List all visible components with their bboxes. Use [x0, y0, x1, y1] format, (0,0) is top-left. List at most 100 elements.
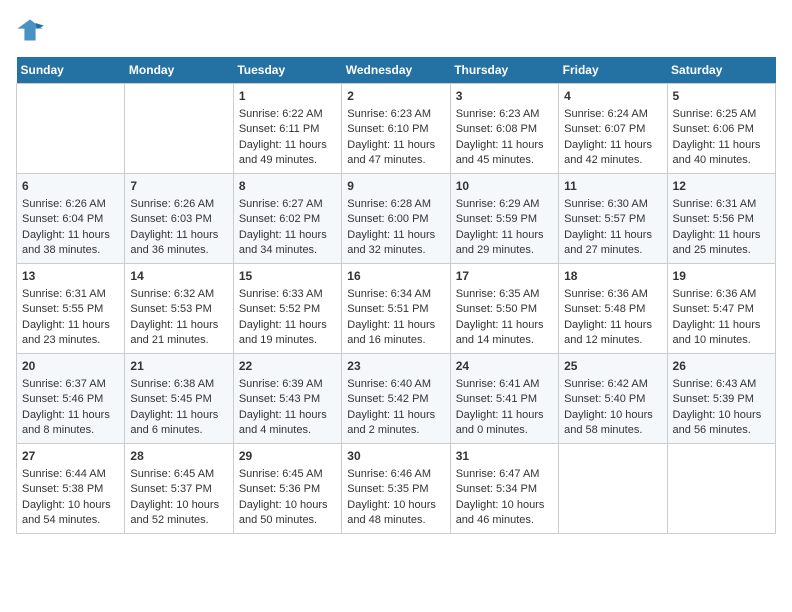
day-info: Daylight: 11 hours and 25 minutes. — [673, 228, 770, 259]
day-info: Daylight: 11 hours and 12 minutes. — [564, 318, 661, 349]
day-info: Sunset: 5:55 PM — [22, 302, 119, 317]
day-info: Sunset: 6:04 PM — [22, 212, 119, 227]
day-info: Daylight: 11 hours and 47 minutes. — [347, 138, 444, 169]
day-number: 24 — [456, 358, 553, 375]
day-cell: 6 Sunrise: 6:26 AMSunset: 6:04 PMDaylight… — [17, 174, 125, 264]
day-info: Sunset: 5:35 PM — [347, 482, 444, 497]
day-info: Sunrise: 6:31 AM — [673, 197, 770, 212]
day-info: Daylight: 11 hours and 27 minutes. — [564, 228, 661, 259]
day-number: 8 — [239, 178, 336, 195]
day-info: Daylight: 11 hours and 36 minutes. — [130, 228, 227, 259]
day-cell — [667, 444, 775, 534]
day-info: Daylight: 11 hours and 38 minutes. — [22, 228, 119, 259]
day-info: Daylight: 10 hours and 56 minutes. — [673, 408, 770, 439]
day-info: Daylight: 10 hours and 46 minutes. — [456, 498, 553, 529]
day-number: 19 — [673, 268, 770, 285]
day-info: Sunset: 6:00 PM — [347, 212, 444, 227]
day-info: Sunrise: 6:42 AM — [564, 377, 661, 392]
day-number: 12 — [673, 178, 770, 195]
day-info: Sunrise: 6:32 AM — [130, 287, 227, 302]
week-row-1: 1 Sunrise: 6:22 AMSunset: 6:11 PM Daylight… — [17, 84, 776, 174]
column-header-thursday: Thursday — [450, 57, 558, 84]
day-number: 2 — [347, 88, 444, 105]
day-info: Sunrise: 6:34 AM — [347, 287, 444, 302]
day-cell: 29Sunrise: 6:45 AMSunset: 5:36 PMDayligh… — [233, 444, 341, 534]
day-info: Daylight: 11 hours and 45 minutes. — [456, 138, 553, 169]
day-info: Sunrise: 6:22 AM — [239, 107, 336, 122]
day-info: Daylight: 11 hours and 40 minutes. — [673, 138, 770, 169]
day-number: 17 — [456, 268, 553, 285]
day-info: Sunrise: 6:43 AM — [673, 377, 770, 392]
day-cell: 3Sunrise: 6:23 AMSunset: 6:08 PMDaylight… — [450, 84, 558, 174]
day-cell: 22Sunrise: 6:39 AMSunset: 5:43 PMDayligh… — [233, 354, 341, 444]
day-info: Sunset: 5:41 PM — [456, 392, 553, 407]
day-cell: 7Sunrise: 6:26 AMSunset: 6:03 PMDaylight… — [125, 174, 233, 264]
day-info: Sunset: 5:57 PM — [564, 212, 661, 227]
day-info: Sunset: 5:46 PM — [22, 392, 119, 407]
day-number: 22 — [239, 358, 336, 375]
day-cell: 26Sunrise: 6:43 AMSunset: 5:39 PMDayligh… — [667, 354, 775, 444]
day-info: Daylight: 11 hours and 2 minutes. — [347, 408, 444, 439]
day-info: Sunset: 5:59 PM — [456, 212, 553, 227]
day-number: 6 — [22, 178, 119, 195]
day-info: Daylight: 11 hours and 4 minutes. — [239, 408, 336, 439]
day-number: 9 — [347, 178, 444, 195]
day-cell: 17Sunrise: 6:35 AMSunset: 5:50 PMDayligh… — [450, 264, 558, 354]
day-cell: 13Sunrise: 6:31 AMSunset: 5:55 PMDayligh… — [17, 264, 125, 354]
day-info: Daylight: 11 hours and 23 minutes. — [22, 318, 119, 349]
day-info: Sunset: 6:07 PM — [564, 122, 661, 137]
day-info: Daylight: 11 hours and 32 minutes. — [347, 228, 444, 259]
day-info: Daylight: 10 hours and 48 minutes. — [347, 498, 444, 529]
day-number: 14 — [130, 268, 227, 285]
day-info: Daylight: 11 hours and 0 minutes. — [456, 408, 553, 439]
column-header-tuesday: Tuesday — [233, 57, 341, 84]
day-number: 10 — [456, 178, 553, 195]
day-info: Sunset: 6:11 PM — [239, 122, 336, 137]
day-info: Sunrise: 6:23 AM — [456, 107, 553, 122]
column-header-monday: Monday — [125, 57, 233, 84]
day-number: 13 — [22, 268, 119, 285]
day-number: 3 — [456, 88, 553, 105]
logo — [16, 16, 48, 49]
day-cell: 1Sunrise: 6:22 AMSunset: 6:11 PMDaylight… — [233, 84, 341, 174]
day-info: Sunrise: 6:27 AM — [239, 197, 336, 212]
day-number: 29 — [239, 448, 336, 465]
day-info: Sunrise: 6:44 AM — [22, 467, 119, 482]
day-info: Sunset: 5:38 PM — [22, 482, 119, 497]
day-info: Daylight: 11 hours and 21 minutes. — [130, 318, 227, 349]
day-number: 20 — [22, 358, 119, 375]
day-info: Sunset: 5:45 PM — [130, 392, 227, 407]
day-info: Sunrise: 6:25 AM — [673, 107, 770, 122]
day-info: Sunset: 5:34 PM — [456, 482, 553, 497]
day-info: Daylight: 11 hours and 14 minutes. — [456, 318, 553, 349]
day-number: 21 — [130, 358, 227, 375]
week-row-3: 13Sunrise: 6:31 AMSunset: 5:55 PMDayligh… — [17, 264, 776, 354]
day-number: 16 — [347, 268, 444, 285]
day-info: Sunrise: 6:47 AM — [456, 467, 553, 482]
day-number: 27 — [22, 448, 119, 465]
day-cell — [125, 84, 233, 174]
day-cell: 25Sunrise: 6:42 AMSunset: 5:40 PMDayligh… — [559, 354, 667, 444]
week-row-5: 27 Sunrise: 6:44 AMSunset: 5:38 PM Dayligh… — [17, 444, 776, 534]
day-info: Sunset: 5:56 PM — [673, 212, 770, 227]
day-cell: 16Sunrise: 6:34 AMSunset: 5:51 PMDayligh… — [342, 264, 450, 354]
day-info: Sunset: 6:10 PM — [347, 122, 444, 137]
day-info: Sunset: 5:43 PM — [239, 392, 336, 407]
day-number: 31 — [456, 448, 553, 465]
calendar-table: SundayMondayTuesdayWednesdayThursdayFrid… — [16, 57, 776, 534]
week-row-4: 20Sunrise: 6:37 AMSunset: 5:46 PMDayligh… — [17, 354, 776, 444]
day-info: Sunrise: 6:30 AM — [564, 197, 661, 212]
day-cell: 11Sunrise: 6:30 AMSunset: 5:57 PMDayligh… — [559, 174, 667, 264]
day-info: Sunset: 5:48 PM — [564, 302, 661, 317]
column-header-saturday: Saturday — [667, 57, 775, 84]
day-cell: 4Sunrise: 6:24 AMSunset: 6:07 PMDaylight… — [559, 84, 667, 174]
day-info: Sunrise: 6:26 AM — [22, 197, 119, 212]
day-info: Sunset: 6:02 PM — [239, 212, 336, 227]
day-number: 1 — [239, 88, 336, 105]
day-cell: 23Sunrise: 6:40 AMSunset: 5:42 PMDayligh… — [342, 354, 450, 444]
day-info: Daylight: 11 hours and 29 minutes. — [456, 228, 553, 259]
day-number: 25 — [564, 358, 661, 375]
day-info: Sunset: 6:03 PM — [130, 212, 227, 227]
day-info: Sunset: 5:53 PM — [130, 302, 227, 317]
day-cell: 18Sunrise: 6:36 AMSunset: 5:48 PMDayligh… — [559, 264, 667, 354]
